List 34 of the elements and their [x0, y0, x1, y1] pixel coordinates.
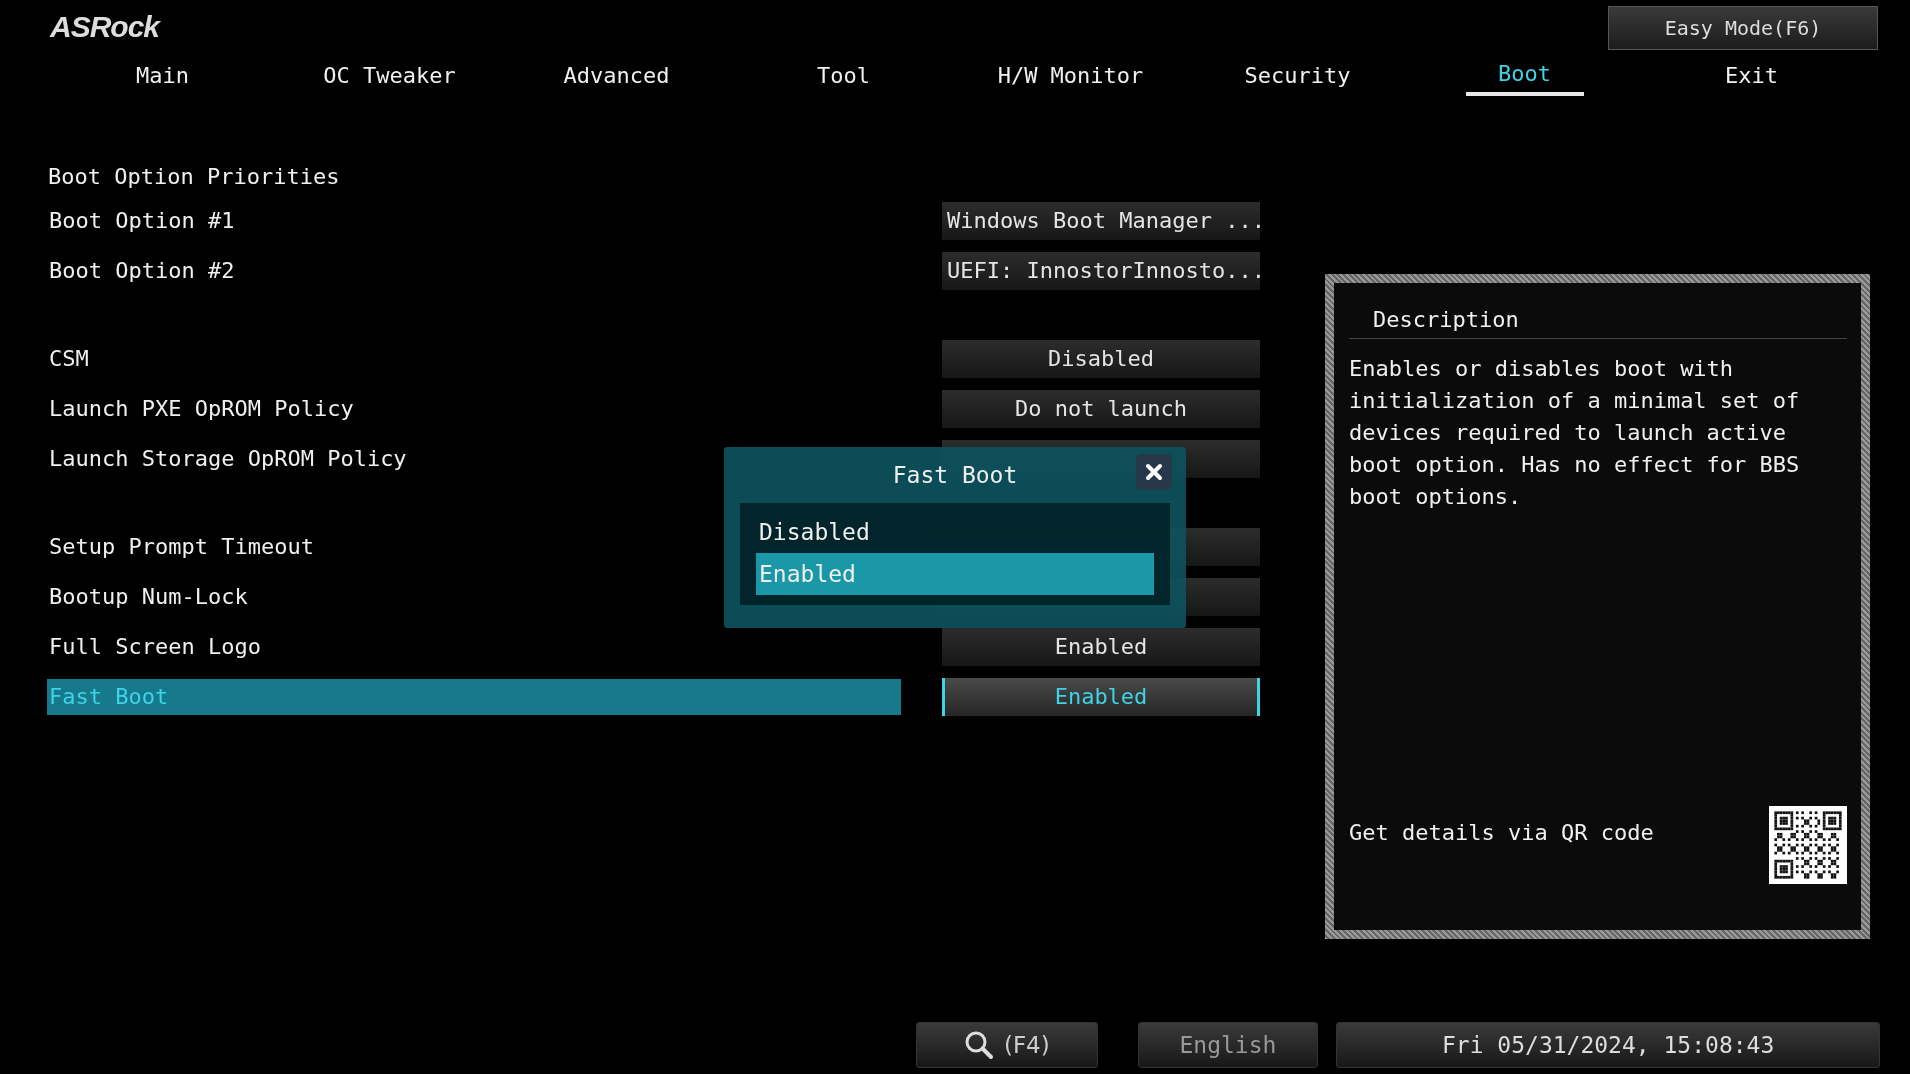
setting-label[interactable]: Full Screen Logo	[47, 629, 901, 665]
popup-option[interactable]: Disabled	[756, 511, 1154, 553]
setting-value[interactable]: Windows Boot Manager ...	[942, 202, 1260, 240]
menu-tab[interactable]: OC Tweaker	[276, 54, 503, 96]
setting-value[interactable]: Do not launch	[942, 390, 1260, 428]
menu-tab[interactable]: H/W Monitor	[957, 54, 1184, 96]
section-heading: Boot Option Priorities	[47, 163, 340, 189]
easy-mode-button[interactable]: Easy Mode(F6)	[1608, 6, 1878, 50]
description-title: Description	[1349, 283, 1847, 339]
setting-label[interactable]: Launch PXE OpROM Policy	[47, 391, 901, 427]
qr-caption: Get details via QR code	[1349, 820, 1654, 845]
menu-tab[interactable]: Security	[1184, 54, 1411, 96]
language-button[interactable]: English	[1137, 1022, 1319, 1068]
qr-code-icon	[1769, 806, 1847, 884]
search-button[interactable]: (F4)	[916, 1022, 1098, 1068]
search-icon	[963, 1030, 994, 1060]
close-icon	[1144, 462, 1164, 482]
setting-label[interactable]: Boot Option #2	[47, 253, 901, 289]
close-button[interactable]	[1136, 454, 1172, 490]
menu-tab[interactable]: Exit	[1638, 54, 1865, 96]
popup-title: Fast Boot	[892, 462, 1018, 488]
menu-tab[interactable]: Main	[49, 54, 276, 96]
menu-tab[interactable]: Tool	[730, 54, 957, 96]
date-time: Fri 05/31/2024, 15:08:43	[1336, 1022, 1880, 1068]
logo: ASRock	[50, 10, 160, 44]
setting-value[interactable]: Disabled	[942, 340, 1260, 378]
setting-value[interactable]: Enabled	[942, 628, 1260, 666]
description-text: Enables or disables boot with initialization of a minimal set of devices required to launch active boot option. Has no effect for BBS boot options.	[1349, 355, 1801, 511]
setting-value[interactable]: UEFI: InnostorInnosto...	[942, 252, 1260, 290]
menu-tab[interactable]: Advanced	[503, 54, 730, 96]
setting-label[interactable]: CSM	[47, 341, 901, 377]
setting-label[interactable]: Boot Option #1	[47, 203, 901, 239]
menu-tab[interactable]: Boot	[1465, 54, 1584, 96]
setting-value[interactable]: Enabled	[942, 678, 1260, 716]
